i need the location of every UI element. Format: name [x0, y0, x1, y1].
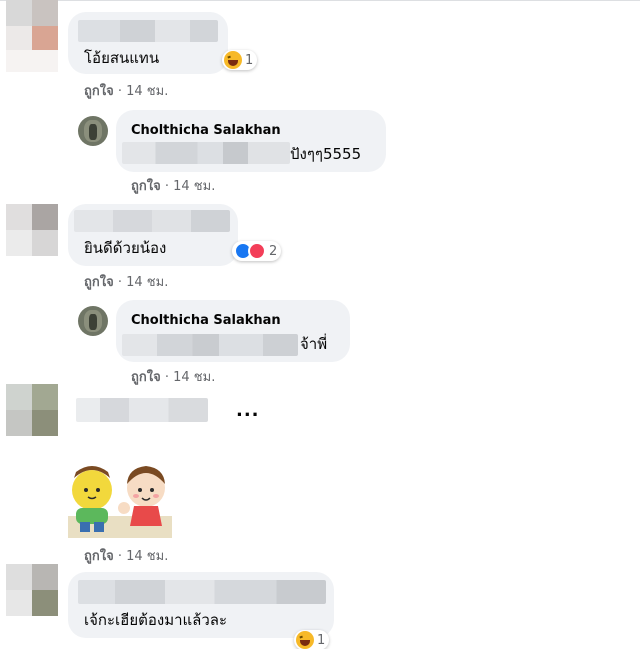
comment-actions: ถูกใจ · 14 ชม. — [84, 275, 168, 291]
comment-text: ยินดีด้วยน้อง — [84, 239, 167, 257]
like-link[interactable]: ถูกใจ — [131, 179, 161, 194]
comment-actions: ถูกใจ · 14 ชม. — [131, 179, 215, 195]
avatar[interactable] — [6, 204, 58, 256]
comment-actions: ถูกใจ · 14 ชม. — [131, 370, 215, 386]
reaction-count: 1 — [245, 52, 254, 68]
reaction-count: 2 — [269, 243, 278, 259]
timestamp[interactable]: · 14 ชม. — [165, 370, 215, 385]
author-name[interactable]: Cholthicha Salakhan — [131, 122, 281, 139]
avatar[interactable] — [6, 384, 58, 436]
reaction-summary[interactable]: 1 — [222, 50, 258, 70]
reaction-summary[interactable]: 2 — [232, 241, 282, 261]
comment-text: จ้าพี่ — [300, 335, 328, 353]
timestamp[interactable]: · 14 ชม. — [118, 84, 168, 99]
like-link[interactable]: ถูกใจ — [84, 549, 114, 564]
top-divider — [0, 0, 640, 1]
haha-reaction-icon — [296, 631, 314, 649]
avatar[interactable] — [78, 306, 108, 336]
comment-text: เจ้กะเฮียต้องมาแล้วละ — [84, 611, 228, 629]
timestamp[interactable]: · 14 ชม. — [165, 179, 215, 194]
sticker — [68, 466, 172, 538]
timestamp[interactable]: · 14 ชม. — [118, 275, 168, 290]
reaction-summary[interactable]: 1 — [294, 630, 330, 649]
avatar[interactable] — [6, 0, 58, 72]
blurred-author-name — [76, 398, 208, 422]
blurred-text — [122, 334, 298, 356]
like-link[interactable]: ถูกใจ — [84, 84, 114, 99]
timestamp[interactable]: · 14 ชม. — [118, 549, 168, 564]
comment-text: ปังๆๆ5555 — [290, 145, 362, 163]
reaction-count: 1 — [317, 632, 326, 648]
comment-actions: ถูกใจ · 14 ชม. — [84, 549, 168, 565]
more-options-icon[interactable]: ... — [236, 400, 260, 421]
blurred-author-name — [78, 580, 326, 604]
blurred-author-name — [78, 20, 218, 42]
comment-actions: ถูกใจ · 14 ชม. — [84, 84, 168, 100]
like-link[interactable]: ถูกใจ — [131, 370, 161, 385]
comment-text: โอ้ยสนแทน — [84, 49, 160, 67]
avatar[interactable] — [78, 116, 108, 146]
like-link[interactable]: ถูกใจ — [84, 275, 114, 290]
haha-reaction-icon — [224, 51, 242, 69]
author-name[interactable]: Cholthicha Salakhan — [131, 312, 281, 329]
avatar[interactable] — [6, 564, 58, 616]
love-reaction-icon — [248, 242, 266, 260]
blurred-text — [122, 142, 290, 164]
blurred-author-name — [74, 210, 230, 232]
